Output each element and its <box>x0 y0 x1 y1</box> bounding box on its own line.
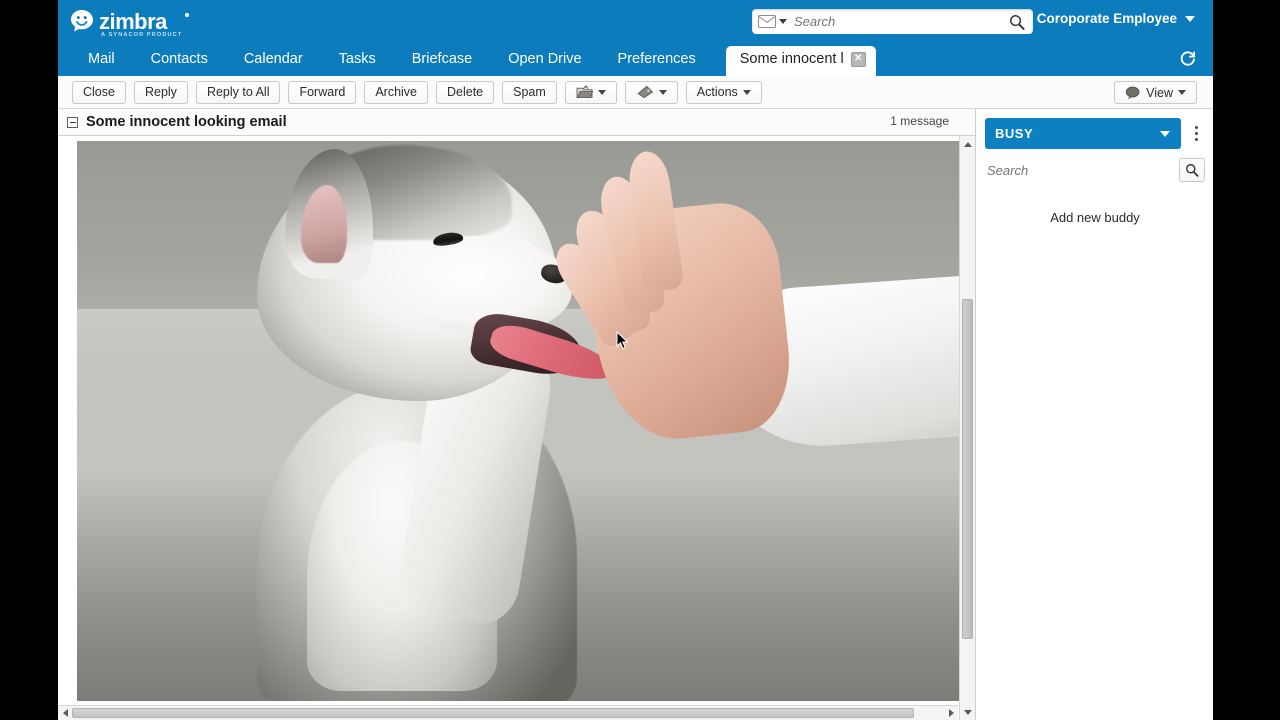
scroll-left-button[interactable] <box>58 706 72 720</box>
message-count-label: 1 message <box>890 114 949 128</box>
tab-preferences[interactable]: Preferences <box>600 51 714 76</box>
reply-button[interactable]: Reply <box>133 80 188 104</box>
vertical-scroll-thumb[interactable] <box>962 299 973 639</box>
message-reading-pane: Some innocent looking email 1 message <box>58 109 976 720</box>
folder-move-icon <box>576 85 593 98</box>
search-submit-button[interactable] <box>1001 14 1033 30</box>
global-search-bar[interactable] <box>752 9 1033 34</box>
view-button[interactable]: View <box>1114 81 1197 104</box>
message-horizontal-scrollbar[interactable] <box>58 705 958 720</box>
zimbra-logo[interactable]: zimbra A SYNACOR PRODUCT <box>68 6 208 38</box>
delete-button[interactable]: Delete <box>436 80 495 104</box>
refresh-button[interactable] <box>1177 48 1199 70</box>
horizontal-scroll-thumb[interactable] <box>72 708 914 718</box>
reply-all-button[interactable]: Reply to All <box>195 80 281 104</box>
app-tab-bar: Mail Contacts Calendar Tasks Briefcase O… <box>58 43 1213 76</box>
chat-status-label: BUSY <box>995 126 1034 141</box>
page-title: Some innocent looking email <box>86 114 287 130</box>
scroll-down-button[interactable] <box>960 704 975 720</box>
chat-search-row <box>985 158 1205 182</box>
chevron-down-icon <box>963 709 972 715</box>
add-new-buddy-link[interactable]: Add new buddy <box>985 210 1205 225</box>
tag-button[interactable] <box>624 80 678 104</box>
close-icon[interactable]: ✕ <box>850 51 866 67</box>
tab-calendar[interactable]: Calendar <box>226 51 321 76</box>
kebab-menu-icon[interactable] <box>1187 118 1205 149</box>
search-icon <box>1010 14 1025 30</box>
svg-text:zimbra: zimbra <box>99 9 168 34</box>
human-hand-figure <box>548 148 962 453</box>
message-body-scroll-region <box>58 136 975 720</box>
chat-status-row: BUSY <box>985 118 1205 149</box>
chat-sidebar: BUSY Search Add new buddy <box>976 109 1213 720</box>
scroll-up-button[interactable] <box>960 136 975 152</box>
chevron-down-icon <box>1160 130 1170 137</box>
message-action-toolbar: Close Reply Reply to All Forward Archive… <box>58 76 1213 109</box>
chevron-right-icon <box>948 709 954 717</box>
spam-button[interactable]: Spam <box>502 80 557 104</box>
chat-search-input[interactable] <box>985 159 1173 181</box>
search-icon <box>1186 164 1199 177</box>
message-vertical-scrollbar[interactable] <box>959 136 975 720</box>
collapse-minus-icon[interactable] <box>67 116 78 128</box>
tab-open-drive[interactable]: Open Drive <box>490 51 599 76</box>
chevron-down-icon <box>658 89 667 95</box>
chat-search-button[interactable] <box>1179 158 1205 182</box>
move-to-folder-button[interactable] <box>564 80 617 104</box>
kebab-dot <box>1194 126 1198 129</box>
close-button[interactable]: Close <box>72 80 126 104</box>
tab-briefcase[interactable]: Briefcase <box>394 51 490 76</box>
chevron-down-icon <box>742 89 751 95</box>
tab-contacts[interactable]: Contacts <box>133 51 226 76</box>
conversation-header: Some innocent looking email 1 message <box>58 109 975 136</box>
zimbra-app-window: zimbra A SYNACOR PRODUCT Search Coropora… <box>58 0 1213 720</box>
search-input[interactable] <box>791 14 1001 29</box>
actions-menu-button[interactable]: Actions <box>685 80 762 104</box>
mouse-pointer-icon <box>616 330 629 355</box>
user-account-menu[interactable]: Coroporate Employee <box>1037 11 1195 26</box>
email-embedded-image[interactable] <box>77 141 962 701</box>
chevron-down-icon <box>779 19 787 24</box>
tab-open-message-label: Some innocent l <box>739 51 844 67</box>
top-header-bar: zimbra A SYNACOR PRODUCT Search Coropora… <box>58 0 1213 43</box>
view-menu-container: View <box>1114 81 1197 104</box>
chevron-left-icon <box>62 709 68 717</box>
tab-mail[interactable]: Mail <box>70 51 133 76</box>
search-scope-selector[interactable] <box>752 9 791 34</box>
envelope-icon <box>758 15 776 28</box>
chat-status-dropdown[interactable]: BUSY <box>985 118 1181 149</box>
refresh-icon <box>1180 51 1196 66</box>
husky-puppy-figure <box>197 141 627 701</box>
chevron-down-icon <box>1178 90 1186 95</box>
actions-label: Actions <box>696 85 738 99</box>
svg-text:A SYNACOR PRODUCT: A SYNACOR PRODUCT <box>101 32 182 38</box>
kebab-dot <box>1194 138 1198 141</box>
screen: zimbra A SYNACOR PRODUCT Search Coropora… <box>0 0 1280 720</box>
tag-icon <box>637 85 653 99</box>
archive-button[interactable]: Archive <box>364 80 428 104</box>
scroll-right-button[interactable] <box>944 706 958 720</box>
kebab-dot <box>1194 132 1198 135</box>
chevron-down-icon <box>1185 15 1195 22</box>
main-content-area: Some innocent looking email 1 message BU… <box>58 109 1213 720</box>
tab-tasks[interactable]: Tasks <box>321 51 394 76</box>
forward-button[interactable]: Forward <box>288 80 357 104</box>
view-label: View <box>1146 85 1173 100</box>
conversation-bubble-icon <box>1125 86 1140 99</box>
chevron-up-icon <box>963 141 972 147</box>
tab-open-message[interactable]: Some innocent l ✕ <box>725 46 876 76</box>
chevron-down-icon <box>597 89 606 95</box>
user-name-label: Coroporate Employee <box>1036 11 1177 26</box>
